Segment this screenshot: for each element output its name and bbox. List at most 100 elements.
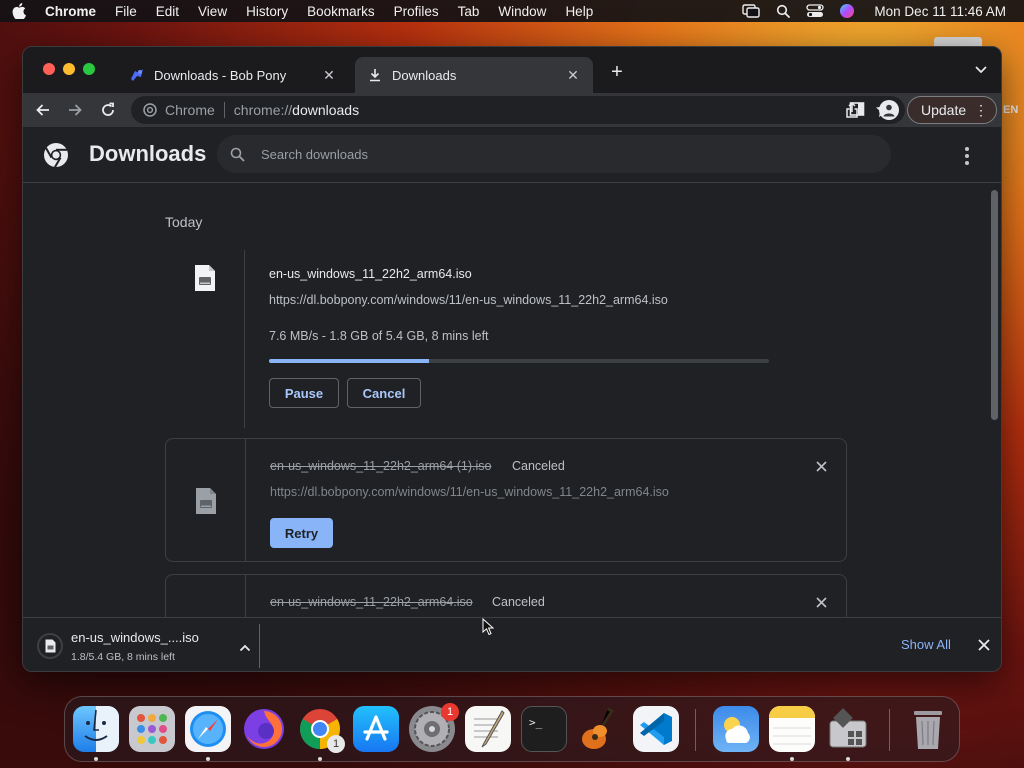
- control-center-icon[interactable]: [806, 4, 825, 18]
- retry-button[interactable]: Retry: [270, 518, 333, 548]
- address-bar[interactable]: Chrome chrome:// downloads: [131, 96, 905, 124]
- profile-avatar-icon[interactable]: [879, 100, 899, 120]
- chrome-site-icon: [143, 103, 157, 117]
- fullscreen-window-button[interactable]: [83, 63, 95, 75]
- app-name-menu[interactable]: Chrome: [45, 4, 96, 19]
- download-item-in-progress: en-us_windows_11_22h2_arm64.iso https://…: [165, 250, 847, 428]
- shelf-file-status: 1.8/5.4 GB, 8 mins left: [71, 651, 175, 663]
- close-window-button[interactable]: [43, 63, 55, 75]
- download-url[interactable]: https://dl.bobpony.com/windows/11/en-us_…: [269, 293, 668, 307]
- file-icon-column: [165, 250, 245, 428]
- download-file-name: en-us_windows_11_22h2_arm64.iso: [270, 595, 473, 609]
- back-button[interactable]: [31, 99, 55, 121]
- boot-camp-assistant-icon[interactable]: [825, 706, 871, 752]
- menu-edit[interactable]: Edit: [156, 4, 179, 19]
- download-file-name[interactable]: en-us_windows_11_22h2_arm64.iso: [269, 267, 472, 281]
- tab-title: Downloads: [392, 67, 457, 83]
- download-url[interactable]: https://dl.bobpony.com/windows/11/en-us_…: [270, 485, 669, 499]
- page-title: Downloads: [89, 141, 207, 166]
- side-panel-icon[interactable]: [849, 101, 865, 117]
- new-tab-button[interactable]: +: [607, 62, 627, 82]
- launchpad-icon[interactable]: [129, 706, 175, 752]
- file-icon-column: [166, 575, 246, 617]
- menu-history[interactable]: History: [246, 4, 288, 19]
- terminal-icon[interactable]: >_: [521, 706, 567, 752]
- menu-tab[interactable]: Tab: [458, 4, 480, 19]
- scrollbar-thumb[interactable]: [991, 190, 998, 420]
- menu-profiles[interactable]: Profiles: [394, 4, 439, 19]
- minimize-window-button[interactable]: [63, 63, 75, 75]
- close-shelf-icon[interactable]: [978, 638, 992, 652]
- menu-help[interactable]: Help: [565, 4, 593, 19]
- download-progress-bar: [269, 359, 769, 363]
- safari-icon[interactable]: [185, 706, 231, 752]
- firefox-icon[interactable]: [241, 706, 287, 752]
- search-input[interactable]: [261, 146, 861, 162]
- disk-image-file-icon: [195, 487, 217, 515]
- date-heading: Today: [165, 214, 203, 230]
- running-indicator: [206, 757, 210, 761]
- downloads-list: Today en-us_windows_11_22h2_arm64.iso ht…: [23, 184, 1001, 617]
- download-progress-fill: [269, 359, 429, 363]
- apple-menu-icon[interactable]: [12, 3, 26, 19]
- url-host: downloads: [292, 102, 360, 118]
- tab-search-chevron-icon[interactable]: [973, 63, 989, 77]
- show-all-button[interactable]: Show All: [901, 637, 951, 652]
- finder-icon[interactable]: [73, 706, 119, 752]
- remove-from-list-icon[interactable]: [814, 459, 828, 473]
- trash-icon[interactable]: [905, 706, 951, 752]
- url-scheme: chrome://: [233, 102, 293, 118]
- screen-mirroring-icon[interactable]: [742, 4, 761, 18]
- menu-bookmarks[interactable]: Bookmarks: [307, 4, 375, 19]
- download-item-canceled: en-us_windows_11_22h2_arm64.iso Canceled: [165, 574, 847, 617]
- menu-view[interactable]: View: [198, 4, 227, 19]
- pause-button[interactable]: Pause: [269, 378, 339, 408]
- settings-notification-badge: 1: [441, 703, 459, 721]
- shelf-download-item[interactable]: en-us_windows_....iso 1.8/5.4 GB, 8 mins…: [35, 628, 259, 666]
- more-actions-icon[interactable]: [959, 147, 975, 165]
- search-downloads-box[interactable]: [217, 135, 891, 173]
- running-indicator: [790, 757, 794, 761]
- dock-separator: [889, 709, 890, 751]
- menu-file[interactable]: File: [115, 4, 137, 19]
- dock-separator: [695, 709, 696, 751]
- notes-icon[interactable]: [769, 706, 815, 752]
- download-icon: [367, 67, 383, 83]
- mouse-cursor-icon: [482, 617, 495, 636]
- chevron-up-icon[interactable]: [239, 640, 253, 654]
- tab-close-icon[interactable]: ✕: [321, 67, 337, 83]
- garageband-icon[interactable]: [577, 706, 623, 752]
- update-button[interactable]: Update ⋮: [907, 96, 997, 124]
- tab-bob-pony-downloads[interactable]: Downloads - Bob Pony ✕: [117, 57, 349, 93]
- search-icon: [229, 146, 245, 162]
- weather-icon[interactable]: [713, 706, 759, 752]
- running-indicator: [94, 757, 98, 761]
- dock: 1 1 >_: [64, 696, 960, 762]
- browser-toolbar: Chrome chrome:// downloads Update ⋮: [23, 93, 1001, 127]
- forward-button[interactable]: [63, 99, 87, 121]
- spotlight-search-icon[interactable]: [774, 4, 792, 18]
- running-indicator: [318, 757, 322, 761]
- tab-strip: Downloads - Bob Pony ✕ Downloads ✕ +: [23, 47, 1001, 93]
- menu-bar-clock[interactable]: Mon Dec 11 11:46 AM: [874, 4, 1006, 19]
- textedit-icon[interactable]: [465, 706, 511, 752]
- reload-button[interactable]: [96, 99, 120, 121]
- shelf-divider: [259, 624, 260, 668]
- chrome-logo-icon: [43, 142, 69, 168]
- menu-window[interactable]: Window: [498, 4, 546, 19]
- tab-close-icon[interactable]: ✕: [565, 67, 581, 83]
- tab-downloads[interactable]: Downloads ✕: [355, 57, 593, 93]
- menu-bar: Chrome File Edit View History Bookmarks …: [0, 0, 1024, 22]
- chrome-menu-icon[interactable]: ⋮: [974, 103, 988, 117]
- disk-image-file-icon: [194, 264, 216, 292]
- siri-icon[interactable]: [838, 4, 856, 18]
- remove-from-list-icon[interactable]: [814, 595, 828, 609]
- download-progress-text: 7.6 MB/s - 1.8 GB of 5.4 GB, 8 mins left: [269, 329, 489, 343]
- chrome-download-badge: 1: [327, 735, 345, 753]
- cancel-button[interactable]: Cancel: [347, 378, 421, 408]
- download-shelf: en-us_windows_....iso 1.8/5.4 GB, 8 mins…: [23, 617, 1001, 671]
- page-scrollbar[interactable]: [989, 188, 999, 613]
- visual-studio-code-icon[interactable]: [633, 706, 679, 752]
- app-store-icon[interactable]: [353, 706, 399, 752]
- site-name-chip: Chrome: [165, 102, 215, 118]
